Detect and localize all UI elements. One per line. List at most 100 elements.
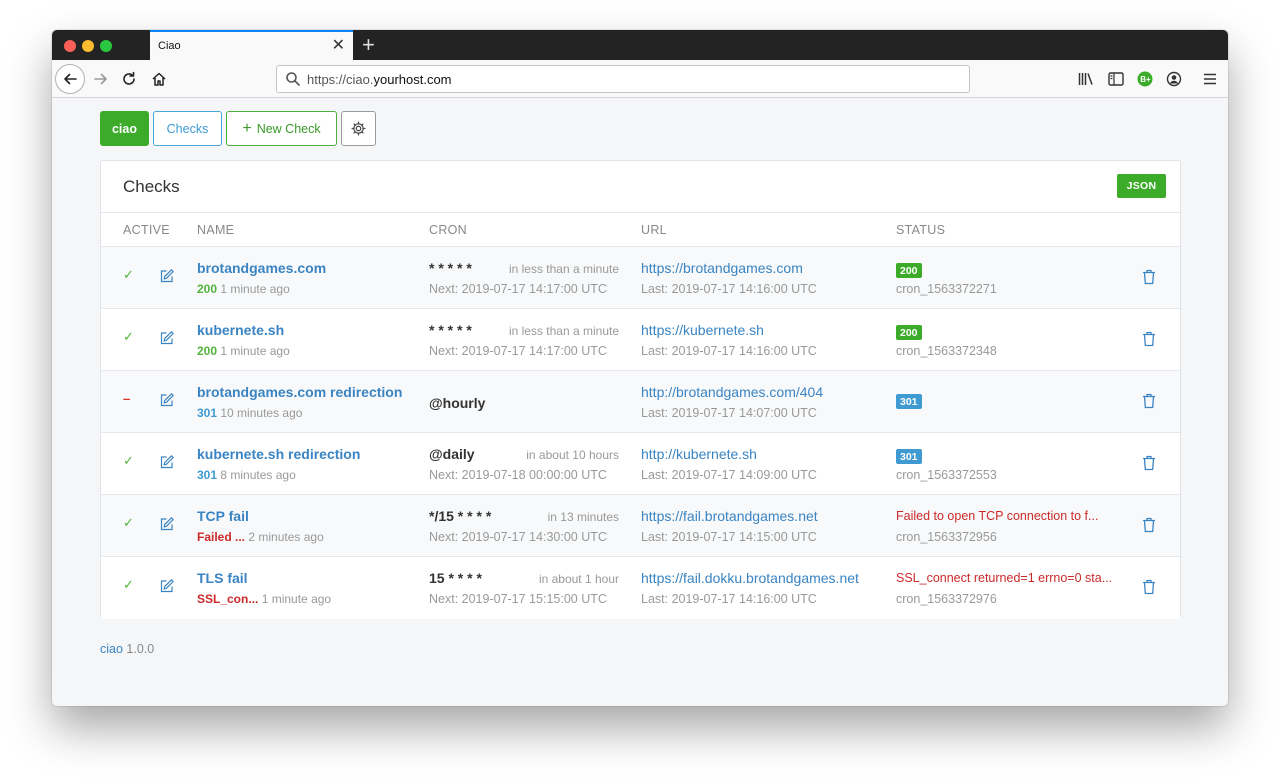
edit-icon[interactable]	[159, 454, 175, 470]
library-icon[interactable]	[1076, 69, 1096, 89]
checks-button[interactable]: Checks	[153, 111, 222, 146]
sidebar-icon[interactable]	[1106, 69, 1126, 89]
active-check-icon: ✓	[123, 515, 134, 530]
check-name-link[interactable]: kubernete.sh	[197, 322, 284, 338]
ciao-home-button[interactable]: ciao	[100, 111, 149, 146]
url-prefix: https://ciao.	[307, 72, 374, 87]
response-code: Failed ...	[197, 530, 246, 544]
last-run-ago: 1 minute ago	[261, 592, 332, 606]
cron-expression: * * * * *	[429, 322, 472, 338]
edit-icon[interactable]	[159, 578, 175, 594]
grammar-extension-icon[interactable]: B+	[1135, 69, 1155, 89]
edit-icon[interactable]	[159, 516, 175, 532]
header-status: STATUS	[896, 223, 946, 237]
trash-icon[interactable]	[1142, 517, 1156, 533]
reload-icon	[123, 71, 135, 85]
status-badge: 200	[896, 263, 922, 278]
reload-button[interactable]	[114, 64, 144, 94]
menu-icon[interactable]	[1200, 69, 1220, 89]
check-last-result: 301 10 minutes ago	[197, 406, 302, 420]
cron-next-time: Next: 2019-07-17 14:17:00 UTC	[429, 344, 607, 358]
status-badge: 301	[896, 394, 922, 409]
edit-icon[interactable]	[159, 268, 175, 284]
last-check-time: Last: 2019-07-17 14:16:00 UTC	[641, 282, 817, 296]
minimize-window-button[interactable]	[82, 40, 94, 52]
header-active: ACTIVE	[123, 223, 170, 237]
cron-expression: 15 * * * *	[429, 570, 482, 586]
check-url-link[interactable]: https://fail.dokku.brotandgames.net	[641, 570, 859, 586]
last-run-ago: 10 minutes ago	[220, 406, 303, 420]
check-last-result: SSL_con... 1 minute ago	[197, 592, 331, 606]
check-name-link[interactable]: brotandgames.com redirection	[197, 384, 402, 400]
cron-next-relative: in about 1 hour	[538, 572, 619, 586]
json-button[interactable]: JSON	[1117, 174, 1166, 198]
arrow-right-icon	[94, 73, 107, 85]
back-button[interactable]	[55, 64, 85, 94]
last-check-time: Last: 2019-07-17 14:07:00 UTC	[641, 406, 817, 420]
trash-icon[interactable]	[1142, 455, 1156, 471]
arrow-left-icon	[64, 73, 77, 85]
maximize-window-button[interactable]	[100, 40, 112, 52]
edit-icon[interactable]	[159, 330, 175, 346]
settings-button[interactable]	[341, 111, 376, 146]
cron-next-relative: in less than a minute	[508, 262, 619, 276]
trash-icon[interactable]	[1142, 579, 1156, 595]
last-check-time: Last: 2019-07-17 14:16:00 UTC	[641, 344, 817, 358]
active-check-icon: ✓	[123, 577, 134, 592]
table-row: ✓ TCP fail Failed ... 2 minutes ago */15…	[101, 495, 1180, 557]
header-cron: CRON	[429, 223, 468, 237]
check-name-link[interactable]: TLS fail	[197, 570, 248, 586]
check-url-link[interactable]: http://kubernete.sh	[641, 446, 757, 462]
inactive-dash-icon: –	[123, 391, 131, 406]
active-check-icon: ✓	[123, 453, 134, 468]
panel-title: Checks	[123, 177, 180, 196]
header-url: URL	[641, 223, 667, 237]
trash-icon[interactable]	[1142, 269, 1156, 285]
response-code: SSL_con...	[197, 592, 259, 606]
check-name-link[interactable]: kubernete.sh redirection	[197, 446, 360, 462]
check-url-link[interactable]: https://fail.brotandgames.net	[641, 508, 818, 524]
url-text: https://ciao.yourhost.com	[307, 72, 452, 87]
new-check-label: New Check	[256, 121, 321, 136]
trash-icon[interactable]	[1142, 393, 1156, 409]
trash-icon[interactable]	[1142, 331, 1156, 347]
table-row: ✓ kubernete.sh 200 1 minute ago * * * * …	[101, 309, 1180, 371]
forward-button[interactable]	[86, 64, 116, 94]
address-bar[interactable]: https://ciao.yourhost.com	[276, 65, 970, 93]
new-tab-icon[interactable]: +	[362, 32, 375, 58]
footer-brand-link[interactable]: ciao	[100, 642, 123, 656]
svg-text:B+: B+	[1140, 75, 1151, 84]
response-code: 200	[197, 282, 218, 296]
footer-version: 1.0.0	[126, 642, 155, 656]
cron-next-time: Next: 2019-07-17 14:17:00 UTC	[429, 282, 607, 296]
table-row: ✓ TLS fail SSL_con... 1 minute ago 15 * …	[101, 557, 1180, 619]
check-url-link[interactable]: https://kubernete.sh	[641, 322, 764, 338]
table-header: ACTIVE NAME CRON URL STATUS	[101, 212, 1180, 247]
edit-icon[interactable]	[159, 392, 175, 408]
browser-tab[interactable]: Ciao ✕	[150, 30, 353, 60]
response-code: 301	[197, 406, 218, 420]
new-check-button[interactable]: + New Check	[226, 111, 337, 146]
check-name-link[interactable]: brotandgames.com	[197, 260, 326, 276]
table-row: – brotandgames.com redirection 301 10 mi…	[101, 371, 1180, 433]
cron-next-time: Next: 2019-07-18 00:00:00 UTC	[429, 468, 607, 482]
check-url-link[interactable]: https://brotandgames.com	[641, 260, 803, 276]
table-row: ✓ kubernete.sh redirection 301 8 minutes…	[101, 433, 1180, 495]
home-button[interactable]	[144, 64, 174, 94]
cron-expression: */15 * * * *	[429, 508, 492, 524]
job-id: cron_1563372348	[896, 344, 997, 358]
job-id: cron_1563372553	[896, 468, 997, 482]
check-last-result: 200 1 minute ago	[197, 282, 290, 296]
plus-icon: +	[242, 119, 252, 137]
response-code: 200	[197, 344, 218, 358]
url-host: yourhost.com	[373, 72, 452, 87]
tab-strip: Ciao ✕ +	[52, 30, 1228, 60]
status-error: SSL_connect returned=1 errno=0 sta...	[896, 571, 1113, 585]
search-icon	[286, 72, 300, 86]
close-window-button[interactable]	[64, 40, 76, 52]
status-badge: 200	[896, 325, 922, 340]
close-tab-icon[interactable]: ✕	[332, 36, 345, 56]
check-url-link[interactable]: http://brotandgames.com/404	[641, 384, 823, 400]
check-name-link[interactable]: TCP fail	[197, 508, 249, 524]
account-icon[interactable]	[1164, 69, 1184, 89]
